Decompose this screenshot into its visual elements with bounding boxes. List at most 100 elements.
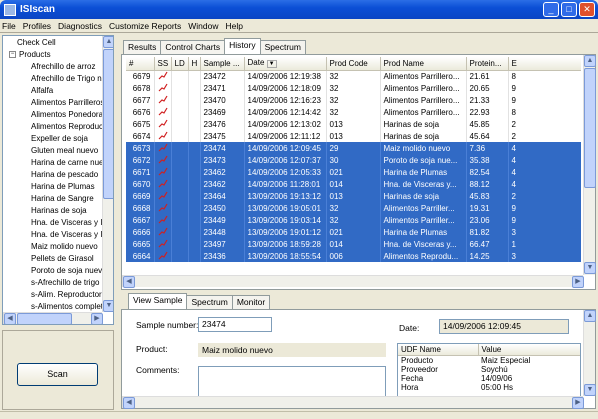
collapse-icon[interactable]: − xyxy=(9,51,16,59)
cell-protein: 35.38 xyxy=(466,154,509,166)
col-header-number[interactable]: # xyxy=(126,57,155,71)
scroll-right-icon[interactable]: ▶ xyxy=(91,313,103,324)
tab-results[interactable]: Results xyxy=(123,40,162,54)
grid-scroll-right-icon[interactable]: ▶ xyxy=(572,276,584,288)
col-header-date[interactable]: Date ▼ xyxy=(244,57,327,71)
table-row[interactable]: 6670 23462 14/09/2006 11:28:01 014 Hna. de V… xyxy=(126,178,581,190)
tree-item-product[interactable]: Expeller de soja xyxy=(3,133,88,145)
table-row[interactable]: 6668 23450 13/09/2006 19:05:01 32 Alimentos … xyxy=(126,202,581,214)
grid-scroll-up-icon[interactable]: ▲ xyxy=(584,55,596,67)
tree-item-product[interactable]: Harina de carne nue xyxy=(3,157,104,169)
scroll-thumb[interactable] xyxy=(103,49,113,199)
grid-horizontal-scrollbar[interactable]: ◀ ▶ xyxy=(122,275,584,288)
tree-vertical-scrollbar[interactable]: ▲ ▼ xyxy=(102,36,113,312)
udf-col-name[interactable]: UDF Name xyxy=(398,344,479,356)
menu-customize-reports[interactable]: Customize Reports xyxy=(109,21,181,31)
tree-item-product[interactable]: s-Afrechillo de trigo xyxy=(3,277,99,289)
menu-profiles[interactable]: Profiles xyxy=(23,21,51,31)
col-header-ld[interactable]: LD xyxy=(171,57,189,71)
detail-scroll-up-icon[interactable]: ▲ xyxy=(584,310,596,322)
scroll-left-icon[interactable]: ◀ xyxy=(4,313,16,324)
tree-item-product[interactable]: Afrechillo de Trigo n xyxy=(3,73,102,85)
tree-item-product[interactable]: Harina de Sangre xyxy=(3,193,94,205)
table-row[interactable]: 6674 23475 14/09/2006 12:11:12 013 Harinas d… xyxy=(126,130,581,142)
table-row[interactable]: 6672 23473 14/09/2006 12:07:37 30 Poroto de … xyxy=(126,154,581,166)
close-button[interactable]: ✕ xyxy=(579,2,595,17)
tab-spectrum[interactable]: Spectrum xyxy=(259,40,306,54)
table-row[interactable]: 6669 23464 13/09/2006 19:13:12 013 Harinas d… xyxy=(126,190,581,202)
col-header-ss[interactable]: SS xyxy=(154,57,172,71)
tree-item-product[interactable]: Gluten meal nuevo xyxy=(3,145,98,157)
udf-row[interactable]: Proveedor Soychú xyxy=(398,365,580,374)
scroll-up-icon[interactable]: ▲ xyxy=(103,36,113,48)
table-row[interactable]: 6678 23471 14/09/2006 12:18:09 32 Alimentos … xyxy=(126,82,581,94)
minimize-button[interactable]: _ xyxy=(543,2,559,17)
grid-scroll-thumb[interactable] xyxy=(584,68,596,188)
table-row[interactable]: 6666 23448 13/09/2006 19:01:12 021 Harina de… xyxy=(126,226,581,238)
tab-monitor[interactable]: Monitor xyxy=(231,295,271,309)
tree-item-product[interactable]: s-Alim. Reproductor xyxy=(3,289,102,301)
grid-vertical-scrollbar[interactable]: ▲ ▼ xyxy=(583,55,596,275)
hscroll-thumb[interactable] xyxy=(17,313,72,324)
tab-history[interactable]: History xyxy=(224,38,261,54)
product-tree[interactable]: Check Cell − Products Afrechillo de arroz… xyxy=(2,35,114,325)
col-header-sample[interactable]: Sample ... xyxy=(200,57,245,71)
udf-row[interactable]: Hora 05:00 Hs xyxy=(398,383,580,392)
col-header-prod-name[interactable]: Prod Name xyxy=(380,57,467,71)
table-row[interactable]: 6671 23462 14/09/2006 12:05:33 021 Harina de… xyxy=(126,166,581,178)
tree-item-product[interactable]: Maiz molido nuevo xyxy=(3,241,98,253)
tree-item-product[interactable]: Alimentos Parrilleros xyxy=(3,97,104,109)
cell-sample: 23449 xyxy=(200,214,245,226)
udf-table[interactable]: UDF Name Value Producto Maiz Especial Prov… xyxy=(397,343,581,397)
detail-scroll-down-icon[interactable]: ▼ xyxy=(584,384,596,396)
menu-help[interactable]: Help xyxy=(226,21,243,31)
table-row[interactable]: 6675 23476 14/09/2006 12:13:02 013 Harinas d… xyxy=(126,118,581,130)
tree-item-product[interactable]: Hna. de Visceras y I xyxy=(3,217,102,229)
tree-item-product[interactable]: Alfalfa xyxy=(3,85,53,97)
sample-number-field[interactable]: 23474 xyxy=(198,317,272,332)
menu-window[interactable]: Window xyxy=(188,21,218,31)
table-row[interactable]: 6676 23469 14/09/2006 12:14:42 32 Alimentos … xyxy=(126,106,581,118)
detail-vertical-scrollbar[interactable]: ▲ ▼ xyxy=(583,310,596,396)
table-row[interactable]: 6664 23436 13/09/2006 18:55:54 006 Alimentos… xyxy=(126,250,581,262)
tree-item-products[interactable]: − Products xyxy=(3,49,51,61)
udf-col-value[interactable]: Value xyxy=(478,344,580,356)
tree-item-product[interactable]: Harina de Plumas xyxy=(3,181,95,193)
tree-item-product[interactable]: Poroto de soja nuev xyxy=(3,265,102,277)
detail-scroll-right-icon[interactable]: ▶ xyxy=(572,397,584,409)
tree-item-product[interactable]: Alimentos Ponedora xyxy=(3,109,103,121)
tree-item-product[interactable]: Alimentos Reproduc xyxy=(3,121,103,133)
tree-item-product[interactable]: Pellets de Girasol xyxy=(3,253,94,265)
menu-diagnostics[interactable]: Diagnostics xyxy=(58,21,102,31)
tree-item-product[interactable]: Harinas de soja xyxy=(3,205,87,217)
table-row[interactable]: 6665 23497 13/09/2006 18:59:28 014 Hna. de V… xyxy=(126,238,581,250)
table-row[interactable]: 6667 23449 13/09/2006 19:03:14 32 Alimentos … xyxy=(126,214,581,226)
comments-textarea[interactable] xyxy=(198,366,386,400)
tree-item-product[interactable]: Harina de pescado xyxy=(3,169,98,181)
maximize-button[interactable]: □ xyxy=(561,2,577,17)
history-grid[interactable]: # SS LD H Sample ... Date ▼ Prod Code Pr… xyxy=(126,57,581,275)
udf-row[interactable]: Fecha 14/09/06 xyxy=(398,374,580,383)
menu-file[interactable]: File xyxy=(2,21,16,31)
col-header-e[interactable]: E xyxy=(508,57,581,71)
scroll-down-icon[interactable]: ▼ xyxy=(103,300,113,312)
grid-scroll-down-icon[interactable]: ▼ xyxy=(584,262,596,274)
tree-item-check-cell[interactable]: Check Cell xyxy=(3,37,56,49)
tab-view-sample[interactable]: View Sample xyxy=(128,293,188,309)
table-row[interactable]: 6679 23472 14/09/2006 12:19:38 32 Alimentos … xyxy=(126,70,581,82)
tree-item-product[interactable]: Afrechillo de arroz xyxy=(3,61,95,73)
tree-item-product[interactable]: Hna. de Visceras y I xyxy=(3,229,102,241)
col-header-protein[interactable]: Protein... xyxy=(466,57,509,71)
detail-scroll-left-icon[interactable]: ◀ xyxy=(123,397,135,409)
table-row[interactable]: 6677 23470 14/09/2006 12:16:23 32 Alimentos … xyxy=(126,94,581,106)
udf-row[interactable]: Producto Maiz Especial xyxy=(398,355,580,365)
tab-control-charts[interactable]: Control Charts xyxy=(160,40,226,54)
col-header-h[interactable]: H xyxy=(188,57,201,71)
col-header-prod-code[interactable]: Prod Code xyxy=(326,57,381,71)
tab-detail-spectrum[interactable]: Spectrum xyxy=(186,295,233,309)
grid-scroll-left-icon[interactable]: ◀ xyxy=(123,276,135,288)
tree-horizontal-scrollbar[interactable]: ◀ ▶ xyxy=(3,312,103,324)
table-row[interactable]: 6673 23474 14/09/2006 12:09:45 29 Maiz molid… xyxy=(126,142,581,154)
detail-horizontal-scrollbar[interactable]: ◀ ▶ xyxy=(122,396,584,409)
scan-button[interactable]: Scan xyxy=(17,363,98,386)
